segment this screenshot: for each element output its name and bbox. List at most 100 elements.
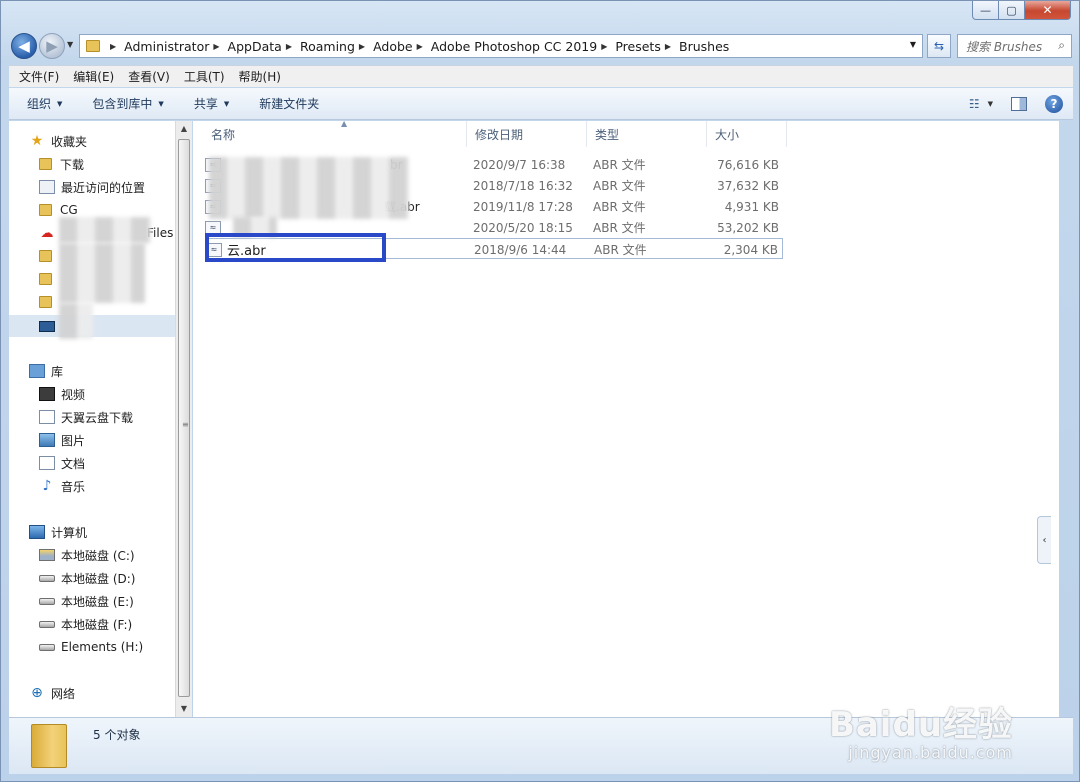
file-size: 76,616 KB <box>717 157 779 172</box>
breadcrumb-appdata[interactable]: AppData ▶ <box>228 39 300 54</box>
column-label: 类型 <box>595 127 620 142</box>
file-type: ABR 文件 <box>593 221 646 235</box>
nav-computer[interactable]: 计算机 <box>9 521 175 543</box>
breadcrumb-photoshop[interactable]: Adobe Photoshop CC 2019 ▶ <box>431 39 616 54</box>
help-icon[interactable]: ? <box>1045 95 1063 113</box>
column-header-name[interactable]: 名称 ▲ <box>203 119 467 147</box>
column-headers: 名称 ▲ 修改日期 类型 大小 <box>193 119 793 147</box>
expand-pane-button[interactable]: ‹ <box>1037 516 1051 564</box>
scroll-up-icon[interactable]: ▲ <box>176 121 192 137</box>
computer-icon <box>29 525 45 539</box>
nav-item-documents[interactable]: 文档 <box>9 452 175 474</box>
nav-item-label: 本地磁盘 (D:) <box>61 571 136 586</box>
file-date: 2020/9/7 16:38 <box>473 157 566 172</box>
nav-item-label: 本地磁盘 (E:) <box>61 594 134 609</box>
view-list-icon: ☷ <box>968 97 980 111</box>
preview-pane-icon[interactable] <box>1011 97 1027 111</box>
recent-pages-dropdown[interactable]: ▼ <box>67 40 73 49</box>
redaction-blur <box>59 243 145 303</box>
caption-buttons: — ▢ ✕ <box>972 1 1071 20</box>
breadcrumb-brushes[interactable]: Brushes <box>679 39 729 54</box>
search-icon[interactable]: ⌕ <box>1058 38 1065 53</box>
file-size: 53,202 KB <box>717 220 779 235</box>
nav-item-tianyi-downloads[interactable]: 天翼云盘下载 <box>9 406 175 428</box>
refresh-button[interactable]: ⇆ <box>927 34 951 58</box>
breadcrumb-presets[interactable]: Presets ▶ <box>615 39 679 54</box>
nav-item-pictures[interactable]: 图片 <box>9 429 175 451</box>
address-bar[interactable]: ▶ Administrator ▶ AppData ▶ Roaming ▶ Adobe… <box>79 34 923 58</box>
navigation-pane: ★ 收藏夹 下载 最近访问的位置 CG ☁ Files 库 视频 天翼云盘下载 … <box>9 121 175 717</box>
file-type: ABR 文件 <box>593 179 646 193</box>
column-header-date[interactable]: 修改日期 <box>467 121 587 147</box>
nav-item-drive-c[interactable]: 本地磁盘 (C:) <box>9 544 175 566</box>
menu-file[interactable]: 文件(F) <box>19 68 59 85</box>
back-button[interactable]: ◀ <box>11 33 37 59</box>
details-pane: 5 个对象 Baidu经验 jingyan.baidu.com <box>9 707 1073 774</box>
file-size: 4,931 KB <box>724 199 779 214</box>
music-note-icon: ♪ <box>42 478 52 494</box>
change-view-button[interactable]: ☷ ▼ <box>969 97 993 111</box>
breadcrumb-administrator[interactable]: Administrator ▶ <box>124 39 227 54</box>
new-folder-label: 新建文件夹 <box>259 97 320 111</box>
menu-tools[interactable]: 工具(T) <box>184 68 225 85</box>
breadcrumb-roaming[interactable]: Roaming ▶ <box>300 39 373 54</box>
nav-libraries[interactable]: 库 <box>9 360 175 382</box>
nav-item-label: CG <box>60 203 78 217</box>
nav-item-downloads[interactable]: 下载 <box>9 153 175 175</box>
scrollbar-thumb[interactable]: ≡ <box>178 139 190 697</box>
menu-view[interactable]: 查看(V) <box>128 68 170 85</box>
navigation-scrollbar[interactable]: ▲ ≡ ▼ <box>175 121 192 717</box>
new-folder-button[interactable]: 新建文件夹 <box>259 95 319 112</box>
nav-favorites-label: 收藏夹 <box>51 134 88 149</box>
scroll-down-icon[interactable]: ▼ <box>176 701 192 717</box>
downloads-folder-icon <box>39 158 52 170</box>
menu-edit[interactable]: 编辑(E) <box>73 68 114 85</box>
search-input[interactable]: 搜索 Brushes ⌕ <box>957 34 1072 58</box>
include-in-library-button[interactable]: 包含到库中 ▼ <box>92 95 163 112</box>
chevron-down-icon: ▼ <box>987 100 993 108</box>
breadcrumb-separator[interactable]: ▶ <box>106 42 124 51</box>
nav-item-recent-places[interactable]: 最近访问的位置 <box>9 176 175 198</box>
forward-button[interactable]: ▶ <box>39 33 65 59</box>
nav-item-drive-e[interactable]: 本地磁盘 (E:) <box>9 590 175 612</box>
nav-item-label: Elements (H:) <box>61 640 144 654</box>
star-icon: ★ <box>30 133 44 149</box>
arrow-right-icon: ▶ <box>46 37 58 55</box>
menu-help[interactable]: 帮助(H) <box>239 68 281 85</box>
address-dropdown-icon[interactable]: ▼ <box>910 40 916 49</box>
column-header-type[interactable]: 类型 <box>587 121 707 147</box>
file-date: 2018/9/6 14:44 <box>474 242 567 257</box>
nav-item-drive-h[interactable]: Elements (H:) <box>9 636 175 658</box>
hard-drive-icon <box>39 597 55 605</box>
chevron-down-icon: ▼ <box>158 99 164 108</box>
nav-item-videos[interactable]: 视频 <box>9 383 175 405</box>
watermark-logo: Baidu经验 <box>828 705 1013 745</box>
folder-icon <box>39 250 52 262</box>
nav-network-label: 网络 <box>51 686 76 701</box>
item-count: 5 个对象 <box>93 728 141 742</box>
share-button[interactable]: 共享 ▼ <box>194 95 229 112</box>
close-button[interactable]: ✕ <box>1025 1 1071 20</box>
nav-libraries-label: 库 <box>51 364 64 379</box>
view-controls: ☷ ▼ ? <box>969 95 1063 113</box>
breadcrumb-adobe[interactable]: Adobe ▶ <box>373 39 431 54</box>
folder-icon <box>39 296 52 308</box>
organize-label: 组织 <box>27 97 52 111</box>
refresh-icon: ⇆ <box>933 39 945 53</box>
system-drive-icon <box>39 549 55 561</box>
minimize-button[interactable]: — <box>972 1 999 20</box>
nav-item-music[interactable]: ♪ 音乐 <box>9 475 175 497</box>
redaction-blur <box>59 303 93 339</box>
maximize-button[interactable]: ▢ <box>999 1 1025 20</box>
file-type: ABR 文件 <box>593 200 646 214</box>
nav-favorites[interactable]: ★ 收藏夹 <box>9 130 175 152</box>
redaction-blur <box>59 217 151 243</box>
column-header-size[interactable]: 大小 <box>707 121 787 147</box>
share-label: 共享 <box>193 97 218 111</box>
hard-drive-icon <box>39 643 55 651</box>
file-date: 2018/7/18 16:32 <box>473 178 573 193</box>
nav-item-drive-f[interactable]: 本地磁盘 (F:) <box>9 613 175 635</box>
nav-item-drive-d[interactable]: 本地磁盘 (D:) <box>9 567 175 589</box>
organize-button[interactable]: 组织 ▼ <box>27 95 62 112</box>
nav-network[interactable]: ⊕ 网络 <box>9 682 175 704</box>
